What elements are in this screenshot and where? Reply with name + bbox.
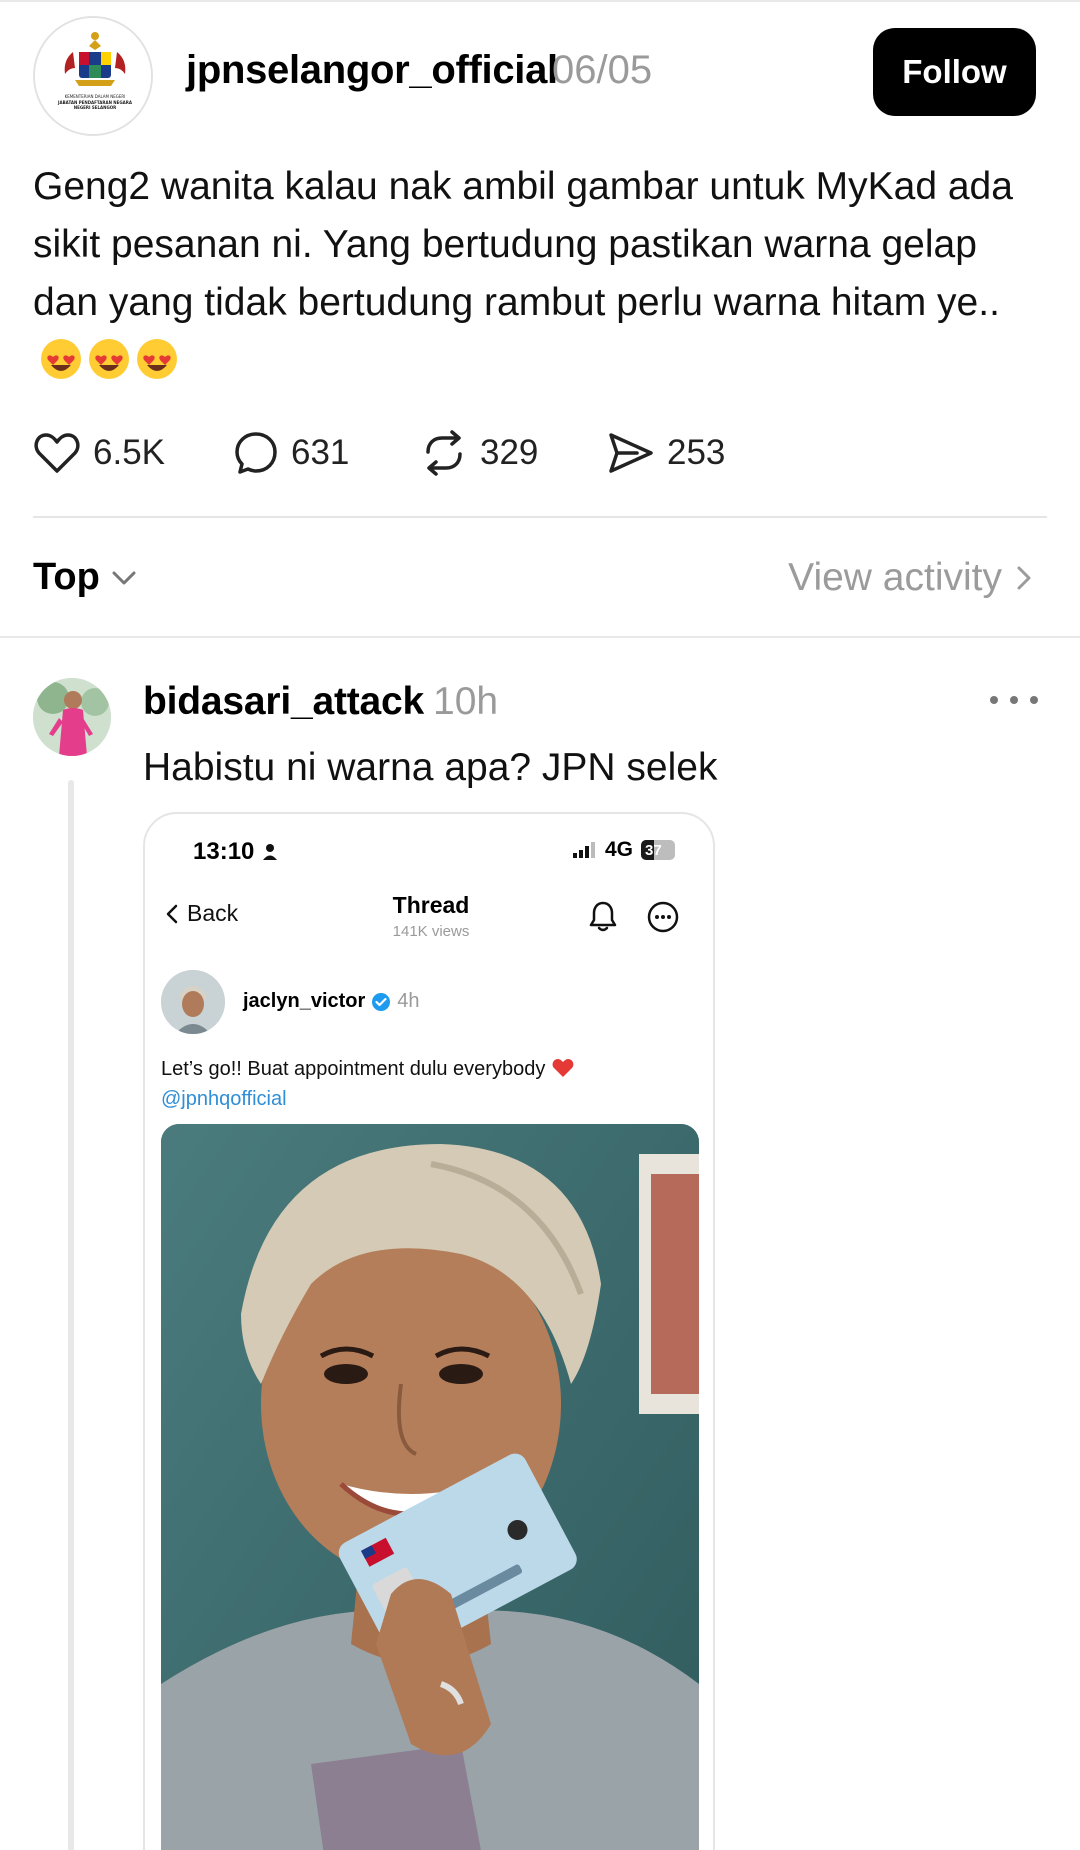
- more-circle-button[interactable]: [646, 900, 680, 939]
- comment-button[interactable]: 631: [233, 428, 349, 478]
- divider: [33, 516, 1047, 518]
- attached-screenshot[interactable]: 13:10 4G 37 Back Thread 141K views jacly…: [143, 812, 715, 1850]
- inner-username[interactable]: jaclyn_victor: [243, 990, 365, 1013]
- dot: [990, 696, 998, 704]
- post-photo[interactable]: [161, 1124, 699, 1850]
- chevron-right-icon: [1017, 566, 1031, 590]
- repost-count: 329: [480, 433, 539, 472]
- chevron-down-icon: [112, 571, 136, 584]
- reply-avatar[interactable]: [33, 678, 111, 756]
- selfie-with-id-card-image: [161, 1124, 699, 1850]
- more-options-button[interactable]: [990, 688, 1038, 712]
- repost-icon: [426, 430, 462, 476]
- crest-icon: KEMENTERIAN DALAM NEGERI JABATAN PENDAFT…: [35, 18, 151, 134]
- network-label: 4G: [604, 838, 633, 861]
- svg-text:NEGERI SELANGOR: NEGERI SELANGOR: [74, 105, 116, 110]
- status-time-text: 13:10: [193, 838, 255, 865]
- post-username[interactable]: jpnselangor_official: [186, 48, 558, 93]
- post-body: Geng2 wanita kalau nak ambil gambar untu…: [33, 158, 1033, 390]
- person-icon: [263, 844, 278, 860]
- thread-views: 141K views: [392, 923, 470, 940]
- like-button[interactable]: 6.5K: [33, 428, 165, 478]
- bell-button[interactable]: [588, 900, 618, 937]
- share-count: 253: [667, 433, 726, 472]
- inner-username-row: jaclyn_victor 4h: [243, 990, 420, 1013]
- post-text: Geng2 wanita kalau nak ambil gambar untu…: [33, 165, 1013, 324]
- user-photo-icon: [161, 970, 225, 1034]
- more-circle-icon: [647, 901, 679, 933]
- thread-title: Thread: [392, 892, 470, 918]
- view-activity-label: View activity: [788, 556, 1002, 599]
- user-photo-icon: [33, 678, 111, 756]
- reply-text: Habistu ni warna apa? JPN selek: [143, 746, 718, 789]
- comment-bubble-icon: [235, 432, 277, 474]
- follow-button[interactable]: Follow: [873, 28, 1036, 116]
- status-bar-right: 4G 37: [572, 838, 675, 862]
- inner-time: 4h: [397, 990, 420, 1012]
- mention-link[interactable]: @jpnhqofficial: [161, 1088, 287, 1110]
- battery-icon: 37: [641, 840, 675, 860]
- heart-eyes-emoji-icon: [41, 339, 81, 379]
- inner-post-text: Let’s go!! Buat appointment dulu everybo…: [161, 1054, 701, 1114]
- comment-count: 631: [291, 433, 350, 472]
- dot: [1010, 696, 1018, 704]
- reply-username[interactable]: bidasari_attack: [143, 680, 424, 724]
- status-bar-time: 13:10: [193, 838, 278, 866]
- red-heart-icon: [552, 1059, 574, 1077]
- inner-avatar[interactable]: [161, 970, 225, 1034]
- heart-eyes-emoji-icon: [137, 339, 177, 379]
- inner-text-body: Let’s go!! Buat appointment dulu everybo…: [161, 1058, 546, 1080]
- emoji-group: [39, 337, 179, 381]
- jpn-logo-avatar[interactable]: KEMENTERIAN DALAM NEGERI JABATAN PENDAFT…: [33, 16, 153, 136]
- thread-line: [68, 780, 74, 1850]
- send-icon: [609, 433, 653, 473]
- repost-button[interactable]: 329: [420, 428, 538, 478]
- post-actions: 6.5K 631 329 253: [33, 428, 1033, 478]
- thread-title-block: Thread 141K views: [145, 892, 713, 940]
- sort-dropdown[interactable]: Top: [33, 556, 138, 599]
- sort-label: Top: [33, 556, 100, 598]
- post-date: 06/05: [552, 48, 653, 92]
- dot: [1030, 696, 1038, 704]
- heart-eyes-emoji-icon: [89, 339, 129, 379]
- svg-text:KEMENTERIAN DALAM NEGERI: KEMENTERIAN DALAM NEGERI: [65, 94, 126, 99]
- signal-icon: [572, 842, 595, 858]
- share-button[interactable]: 253: [607, 428, 725, 478]
- battery-level: 37: [645, 841, 662, 859]
- like-count: 6.5K: [93, 433, 165, 472]
- view-activity-link[interactable]: View activity: [788, 556, 1032, 600]
- divider: [0, 636, 1080, 638]
- bell-icon: [589, 901, 617, 932]
- verified-badge-icon: [372, 992, 391, 1011]
- heart-icon: [34, 433, 80, 473]
- top-divider: [0, 0, 1080, 2]
- reply-time: 10h: [433, 680, 499, 723]
